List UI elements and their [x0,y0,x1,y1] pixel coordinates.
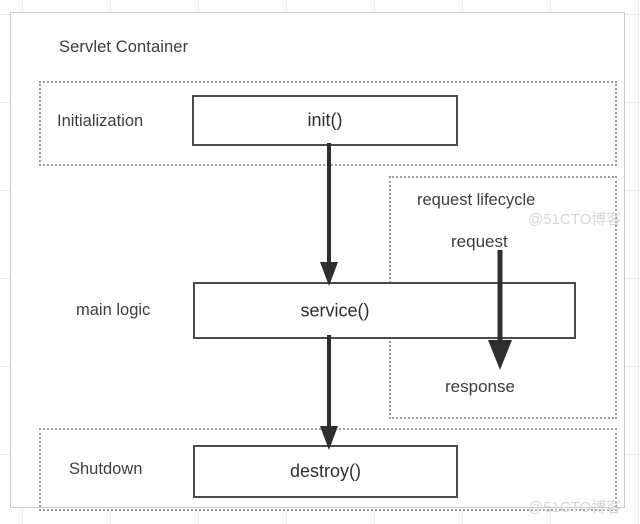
destroy-method-label: destroy() [289,461,361,481]
initialization-label: Initialization [57,112,144,130]
request-label: request [451,232,508,251]
diagram-canvas: Servlet Container Initialization main lo… [0,0,640,524]
response-label: response [445,377,515,396]
arrow-init-to-service-icon [320,143,338,286]
shutdown-label: Shutdown [69,460,143,478]
request-lifecycle-label: request lifecycle [417,191,536,209]
servlet-container-title: Servlet Container [59,38,189,56]
init-method-label: init() [307,110,343,130]
arrow-service-to-destroy-icon [320,335,338,450]
main-logic-label: main logic [76,301,151,319]
arrow-request-to-response-icon [488,250,512,370]
service-method-label: service() [300,300,370,320]
init-method-box: init() [192,95,458,146]
servlet-container-box: Servlet Container Initialization main lo… [10,12,625,511]
